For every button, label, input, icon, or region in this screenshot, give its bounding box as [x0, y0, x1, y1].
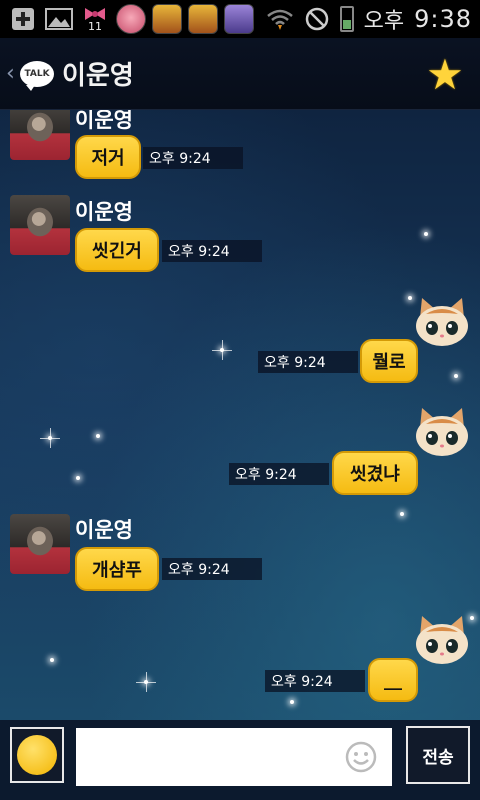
chat-title: 이운영: [62, 61, 134, 91]
star-icon[interactable]: ★: [424, 54, 466, 96]
sparkle-decoration: [76, 476, 80, 480]
chevron-left-icon[interactable]: ‹: [6, 61, 20, 86]
status-bar: 11 오후 9:38: [0, 0, 480, 38]
wifi-icon: [266, 9, 293, 30]
sparkle-decoration: [96, 434, 100, 438]
sender-name: 이운영: [75, 110, 133, 132]
sparkle-decoration: [136, 672, 156, 692]
emoticon-button[interactable]: [10, 727, 64, 783]
message-time: 오후 9:24: [229, 463, 329, 485]
message-bubble[interactable]: 뭘로: [360, 339, 418, 383]
ribbon-notification-icon: 11: [80, 5, 110, 33]
sparkle-decoration: [50, 658, 54, 662]
message-input-bar: 전송: [0, 720, 480, 800]
message-bubble[interactable]: 저거: [75, 135, 141, 179]
smile-icon[interactable]: [344, 740, 378, 774]
add-icon: [8, 5, 38, 33]
message-bubble[interactable]: 개샴푸: [75, 547, 159, 591]
sparkle-decoration: [424, 232, 428, 236]
sparkle-decoration: [454, 374, 458, 378]
message-time: 오후 9:24: [258, 351, 358, 373]
avatar[interactable]: [10, 110, 70, 160]
avatar[interactable]: [10, 195, 70, 255]
sparkle-decoration: [290, 700, 294, 704]
message-bubble[interactable]: 씻겼냐: [332, 451, 418, 495]
talk-badge-text: TALK: [24, 68, 50, 79]
cat-avatar-icon[interactable]: [412, 614, 472, 666]
status-clock: 9:38: [414, 5, 472, 33]
sparkle-decoration: [40, 428, 60, 448]
cat-avatar-icon[interactable]: [412, 406, 472, 458]
rose-app-icon: [116, 4, 146, 34]
battery-icon: [339, 6, 354, 32]
sender-name: 이운영: [75, 200, 133, 224]
sparkle-decoration: [212, 340, 232, 360]
cat-avatar-icon[interactable]: [412, 296, 472, 348]
message-time: 오후 9:24: [143, 147, 243, 169]
message-time: 오후 9:24: [162, 558, 262, 580]
monkey-app-icon: [188, 4, 218, 34]
message-time: 오후 9:24: [265, 670, 365, 692]
emoticon-icon: [17, 735, 57, 775]
sparkle-decoration: [400, 512, 404, 516]
status-ampm: 오후: [363, 9, 405, 34]
message-bubble[interactable]: __: [368, 658, 418, 702]
send-button[interactable]: 전송: [406, 726, 470, 784]
talk-logo-icon: TALK: [20, 60, 54, 91]
chat-area[interactable]: 이운영 저거 오후 9:24 이운영 씻긴거 오후 9:24 뭘로 오후 9:2…: [0, 110, 480, 720]
game-app-icon: [152, 4, 182, 34]
cat-app-icon: [224, 4, 254, 34]
sender-name: 이운영: [75, 518, 133, 542]
message-bubble[interactable]: 씻긴거: [75, 228, 159, 272]
notification-count: 11: [88, 19, 102, 33]
message-time: 오후 9:24: [162, 240, 262, 262]
chat-header: ‹ TALK 이운영 ★: [0, 38, 480, 110]
avatar[interactable]: [10, 514, 70, 574]
gallery-icon: [44, 5, 74, 33]
no-signal-icon: [305, 7, 328, 31]
